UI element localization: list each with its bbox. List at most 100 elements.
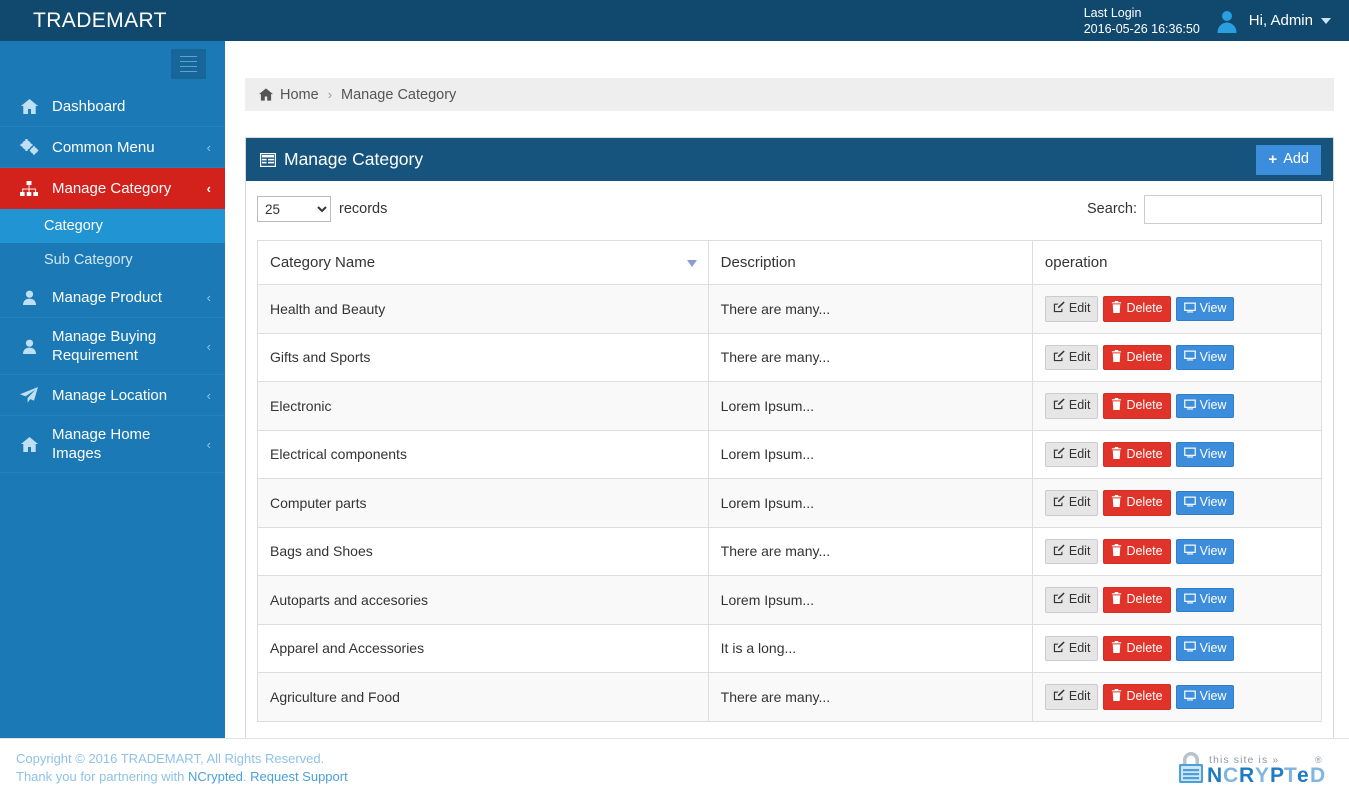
table-row: Electronic Lorem Ipsum... Edit Delete View	[257, 381, 1323, 431]
delete-button[interactable]: Delete	[1103, 684, 1171, 710]
sidebar-item-manage-category[interactable]: Manage Category ‹	[0, 168, 225, 209]
category-name-text: Electrical components	[270, 446, 407, 463]
sidebar-item-label: Manage Home Images	[52, 426, 151, 462]
brand-area: TRADEMART	[0, 0, 225, 41]
edit-button-label: Edit	[1068, 301, 1091, 315]
sitemap-icon	[18, 180, 40, 196]
pencil-square-icon	[1053, 447, 1065, 462]
footer-thanks: Thank you for partnering with NCrypted. …	[16, 768, 348, 786]
chevron-left-icon: ‹	[206, 180, 211, 196]
add-button-label: Add	[1283, 151, 1309, 167]
add-button[interactable]: + Add	[1256, 144, 1321, 175]
delete-button[interactable]: Delete	[1103, 490, 1171, 516]
view-button[interactable]: View	[1175, 490, 1235, 515]
edit-button[interactable]: Edit	[1044, 296, 1099, 322]
column-header-category-name[interactable]: Category Name	[257, 240, 709, 285]
trash-icon	[1111, 398, 1122, 413]
records-label: records	[339, 201, 388, 217]
cell-description: Lorem Ipsum...	[707, 381, 1033, 431]
delete-button[interactable]: Delete	[1103, 587, 1171, 613]
search-input[interactable]	[1144, 194, 1322, 224]
sidebar-item-label: Manage Location	[52, 386, 168, 404]
pencil-square-icon	[1053, 350, 1065, 365]
sidebar-item-label: Common Menu	[52, 138, 155, 156]
delete-button-label: Delete	[1126, 543, 1163, 558]
cell-category-name: Computer parts	[257, 478, 709, 528]
cell-operation: Edit Delete View	[1031, 575, 1323, 625]
view-button[interactable]: View	[1175, 442, 1235, 467]
user-avatar-icon	[1214, 8, 1240, 34]
edit-button[interactable]: Edit	[1044, 684, 1099, 710]
footer-copyright: Copyright © 2016 TRADEMART, All Rights R…	[16, 751, 325, 766]
sidebar-item-dashboard[interactable]: Dashboard	[0, 86, 225, 127]
view-button[interactable]: View	[1175, 393, 1235, 418]
column-label: operation	[1044, 254, 1108, 271]
table-body: Health and Beauty There are many... Edit De…	[257, 284, 1323, 722]
view-button[interactable]: View	[1175, 587, 1235, 612]
description-text: There are many...	[720, 543, 831, 560]
delete-button-label: Delete	[1126, 446, 1163, 461]
monitor-icon	[1183, 302, 1196, 316]
view-button[interactable]: View	[1175, 636, 1235, 661]
edit-button[interactable]: Edit	[1044, 344, 1099, 370]
category-name-text: Bags and Shoes	[270, 543, 373, 560]
chevron-left-icon: ‹	[206, 289, 211, 305]
column-header-description[interactable]: Description	[707, 240, 1033, 285]
view-button[interactable]: View	[1175, 345, 1235, 370]
delete-button[interactable]: Delete	[1103, 441, 1171, 467]
user-greeting[interactable]: Hi, Admin	[1249, 12, 1313, 29]
edit-button[interactable]: Edit	[1044, 441, 1099, 467]
view-button[interactable]: View	[1175, 539, 1235, 564]
delete-button[interactable]: Delete	[1103, 296, 1171, 322]
category-name-text: Gifts and Sports	[270, 349, 371, 366]
delete-button[interactable]: Delete	[1103, 393, 1171, 419]
brand-logo[interactable]: TRADEMART	[33, 9, 167, 33]
edit-button[interactable]: Edit	[1044, 538, 1099, 564]
hamburger-icon[interactable]	[171, 49, 206, 79]
edit-button[interactable]: Edit	[1044, 587, 1099, 613]
svg-text:N: N	[1207, 764, 1223, 786]
sidebar-item-manage-home-images[interactable]: Manage Home Images ‹	[0, 416, 225, 473]
page-footer: Copyright © 2016 TRADEMART, All Rights R…	[0, 738, 1349, 797]
page-length-select[interactable]: 25	[257, 196, 331, 222]
sidebar-item-manage-buying-requirement[interactable]: Manage Buying Requirement ‹	[0, 318, 225, 375]
sidebar-item-manage-location[interactable]: Manage Location ‹	[0, 375, 225, 416]
page-title: Manage Category	[284, 149, 424, 169]
cell-description: It is a long...	[707, 623, 1033, 673]
column-header-operation[interactable]: operation	[1031, 240, 1323, 285]
ncrypted-badge[interactable]: this site is » N C R Y P T e D ®	[1173, 750, 1329, 786]
breadcrumb-home-link[interactable]: Home	[280, 87, 319, 103]
request-support-link[interactable]: Request Support	[250, 769, 348, 784]
sidebar-item-manage-product[interactable]: Manage Product ‹	[0, 277, 225, 318]
ncrypted-link[interactable]: NCrypted	[188, 769, 243, 784]
sidebar-subitem-category[interactable]: Category	[0, 209, 225, 243]
svg-text:C: C	[1223, 764, 1239, 786]
svg-text:®: ®	[1315, 755, 1322, 765]
sidebar-item-label: Manage Product	[52, 288, 163, 306]
sidebar-item-label: Manage Buying Requirement	[52, 328, 157, 364]
chevron-down-icon[interactable]	[1321, 17, 1331, 24]
view-button[interactable]: View	[1175, 684, 1235, 709]
sidebar-subitem-sub-category[interactable]: Sub Category	[0, 243, 225, 277]
view-button[interactable]: View	[1175, 296, 1235, 321]
trash-icon	[1111, 495, 1122, 510]
edit-button[interactable]: Edit	[1044, 393, 1099, 419]
edit-button-label: Edit	[1068, 349, 1091, 364]
edit-button[interactable]: Edit	[1044, 635, 1099, 661]
row-actions: Edit Delete View	[1044, 635, 1309, 661]
description-text: Lorem Ipsum...	[720, 397, 815, 414]
delete-button[interactable]: Delete	[1103, 538, 1171, 564]
top-navbar: TRADEMART Last Login 2016-05-26 16:36:50…	[0, 0, 1349, 41]
pencil-square-icon	[1053, 495, 1065, 510]
chevron-left-icon: ‹	[206, 139, 211, 155]
delete-button-label: Delete	[1126, 495, 1163, 509]
delete-button[interactable]: Delete	[1103, 344, 1171, 370]
edit-button[interactable]: Edit	[1044, 490, 1099, 516]
padlock-icon	[1179, 752, 1203, 783]
last-login-value: 2016-05-26 16:36:50	[1083, 21, 1200, 36]
panel-header: Manage Category + Add	[246, 138, 1333, 181]
delete-button[interactable]: Delete	[1103, 635, 1171, 661]
pencil-square-icon	[1053, 398, 1065, 413]
breadcrumb: Home › Manage Category	[245, 78, 1334, 111]
sidebar-item-common-menu[interactable]: Common Menu ‹	[0, 127, 225, 168]
